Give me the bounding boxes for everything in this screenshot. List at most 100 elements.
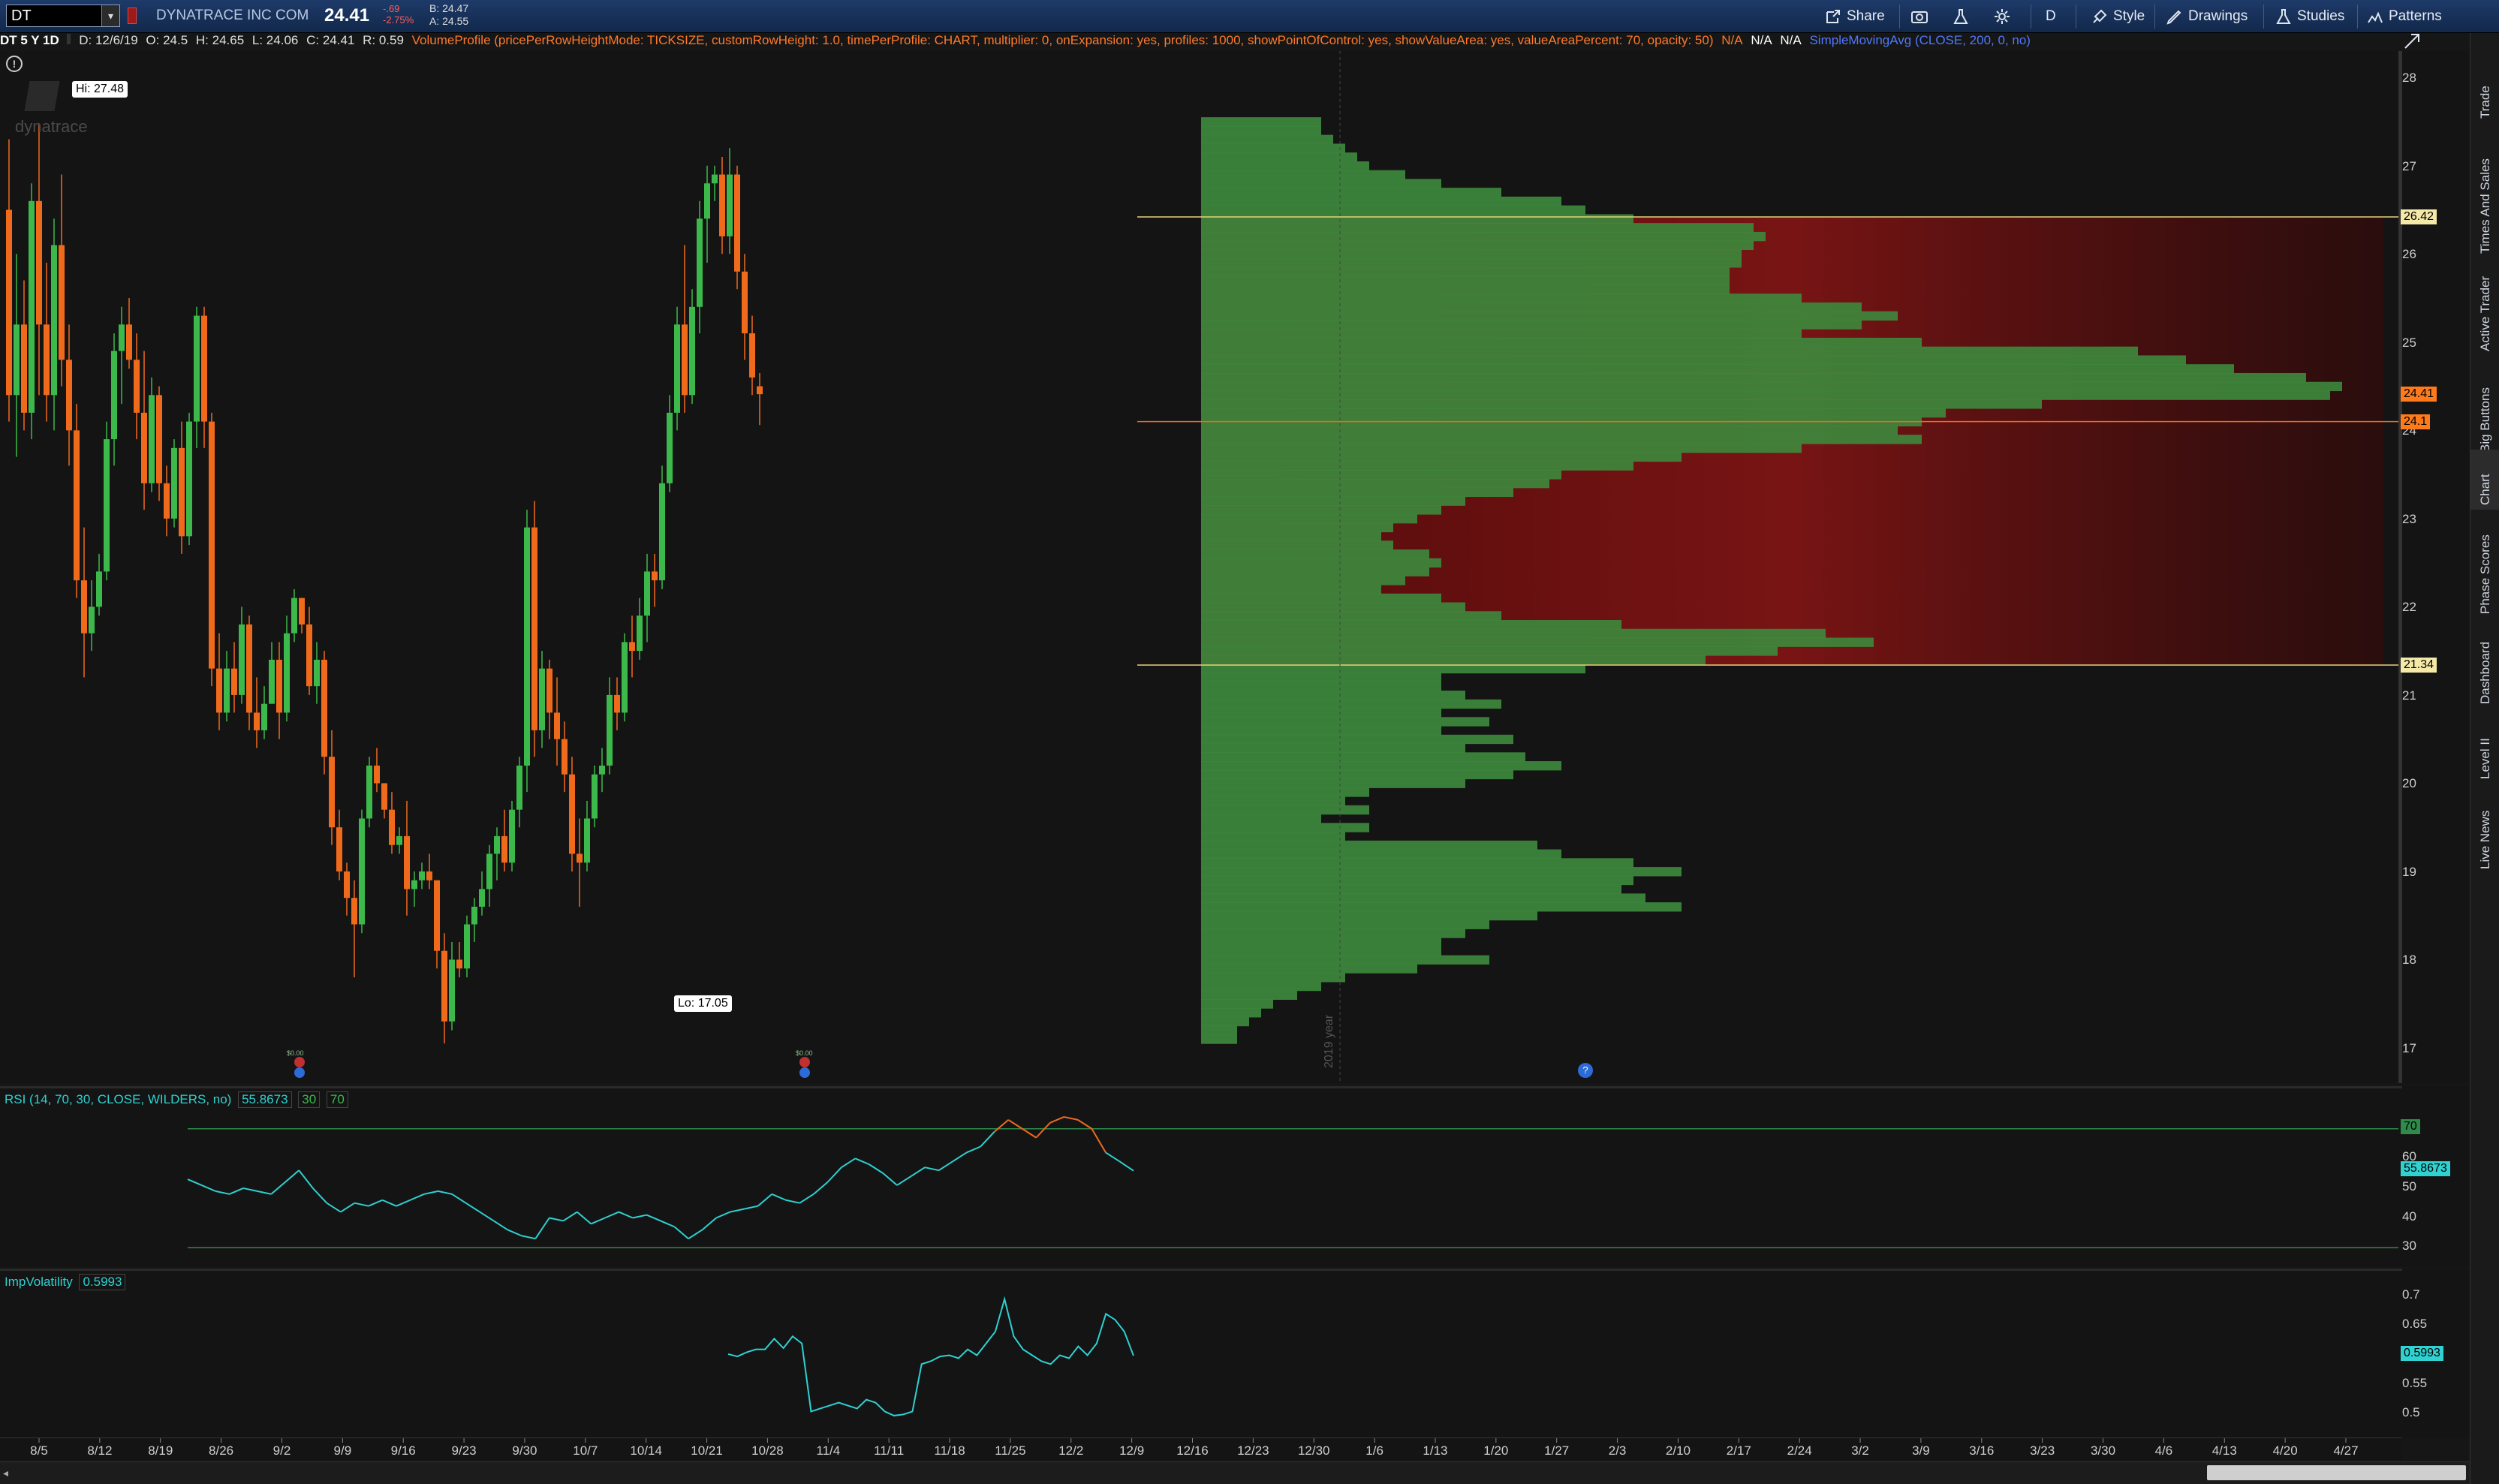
link-icon[interactable]	[128, 8, 137, 24]
rsi-line-segment	[952, 1151, 968, 1163]
screenshot-button[interactable]	[1910, 3, 1933, 30]
candle-body	[366, 765, 372, 819]
chevron-down-icon[interactable]: ▾	[101, 5, 119, 26]
volume-profile-bar	[1201, 125, 1321, 136]
last-price-tag: 24.41	[2401, 387, 2437, 402]
event-marker-1[interactable]	[294, 1067, 305, 1078]
rsi-line-segment	[632, 1214, 647, 1219]
volume-profile-bar	[1201, 205, 1585, 215]
volume-profile-bar	[1201, 302, 1862, 312]
iv-axis-label: 0.55	[2402, 1375, 2428, 1390]
tab-times-and-sales[interactable]: Times And Sales	[2470, 158, 2499, 258]
volume-profile-bar	[1201, 152, 1357, 162]
volume-profile-bar	[1201, 646, 1778, 656]
tab-big-buttons[interactable]: Big Buttons	[2470, 387, 2499, 457]
rsi-title[interactable]: RSI (14, 70, 30, CLOSE, WILDERS, no)	[5, 1092, 231, 1106]
rsi-line-segment	[673, 1226, 689, 1239]
rsi-line-segment	[590, 1217, 606, 1225]
volume-profile-bar	[1201, 364, 2234, 374]
candle-body	[509, 809, 515, 863]
price-chart[interactable]: ! dynatrace Hi: 27.48 Lo: 17.05 2019 yea…	[0, 51, 2402, 1083]
volume-profile-bar	[1201, 743, 1465, 753]
symbol-input[interactable]: DT ▾	[6, 5, 120, 27]
tab-level-ii[interactable]: Level II	[2470, 724, 2499, 784]
candle-body	[186, 421, 192, 537]
volume-profile-bar	[1201, 487, 1513, 498]
flask-icon	[1953, 8, 1968, 24]
time-axis-label: 11/25	[995, 1443, 1025, 1458]
scroll-thumb[interactable]	[2207, 1465, 2466, 1480]
help-marker-icon[interactable]: ?	[1578, 1063, 1593, 1078]
rsi-line-segment	[354, 1202, 369, 1207]
patterns-button[interactable]: Patterns	[2366, 3, 2442, 30]
candle-body	[749, 333, 755, 378]
volume-profile-bar	[1201, 1034, 1237, 1044]
flask-button[interactable]	[1952, 3, 1974, 30]
rsi-panel[interactable]: RSI (14, 70, 30, CLOSE, WILDERS, no) 55.…	[0, 1086, 2402, 1266]
candle-body	[659, 483, 665, 581]
rsi-oversold: 30	[298, 1091, 321, 1108]
scroll-left-icon[interactable]: ◂	[3, 1467, 8, 1479]
rsi-line-segment	[771, 1193, 787, 1201]
studies-button[interactable]: Studies	[2275, 3, 2344, 30]
sma-label[interactable]: SimpleMovingAvg (CLOSE, 200, 0, no)	[1809, 33, 2031, 47]
tab-trade[interactable]: Trade	[2470, 63, 2499, 123]
earnings-marker-2[interactable]	[799, 1057, 810, 1067]
earnings-marker-1[interactable]	[294, 1057, 305, 1067]
rsi-line-segment	[1091, 1128, 1106, 1153]
candle-body	[456, 959, 462, 969]
settings-button[interactable]	[1993, 3, 2016, 30]
volume-profile-bar	[1201, 973, 1345, 983]
volume-profile-bar	[1201, 752, 1525, 762]
rsi-line-segment	[229, 1187, 244, 1195]
candle-body	[239, 624, 245, 695]
tab-dashboard[interactable]: Dashboard	[2470, 642, 2499, 709]
volume-profile-bar	[1201, 796, 1345, 806]
value-area-low-tag: 21.34	[2401, 657, 2437, 673]
candle-body	[156, 395, 162, 483]
volume-profile-bar	[1201, 558, 1441, 568]
iv-title[interactable]: ImpVolatility	[5, 1275, 73, 1289]
candle-body	[441, 950, 447, 1022]
candle-body	[614, 694, 620, 713]
volume-profile-bar	[1201, 346, 2138, 357]
rsi-line-segment	[604, 1211, 619, 1219]
horizontal-scrollbar[interactable]: ◂	[0, 1461, 2470, 1484]
rsi-line-segment	[799, 1193, 814, 1204]
rsi-line-segment	[980, 1131, 995, 1148]
bar-high: H: 24.65	[195, 33, 245, 47]
candle-body	[291, 598, 297, 634]
candle-body	[119, 324, 125, 351]
price-axis-label: 28	[2402, 71, 2416, 86]
volume-profile-bar	[1201, 761, 1561, 771]
iv-panel[interactable]: ImpVolatility 0.5993	[0, 1269, 2402, 1437]
volume-profile-bar	[1201, 214, 1633, 224]
volume-profile-bar	[1201, 840, 1537, 850]
volume-profile-bar	[1201, 858, 1633, 868]
aggregation-button[interactable]: D	[2046, 3, 2056, 30]
expand-icon[interactable]	[2402, 32, 2422, 51]
rsi-axis-label: 40	[2402, 1209, 2416, 1224]
drawings-button[interactable]: Drawings	[2166, 3, 2248, 30]
candle-body	[201, 315, 207, 422]
event-marker-2[interactable]	[799, 1067, 810, 1078]
candle-body	[231, 668, 237, 695]
volume-profile-bar	[1201, 408, 1946, 418]
candle-body	[644, 571, 650, 616]
tab-phase-scores[interactable]: Phase Scores	[2470, 534, 2499, 619]
time-axis-label: 11/11	[874, 1443, 904, 1458]
share-button[interactable]: Share	[1824, 3, 1885, 30]
tab-active-trader[interactable]: Active Trader	[2470, 276, 2499, 356]
tab-chart[interactable]: Chart	[2470, 450, 2499, 510]
candle-body	[501, 835, 507, 863]
iv-axis-label: 0.7	[2402, 1287, 2420, 1302]
style-button[interactable]: Style	[2091, 3, 2145, 30]
info-icon[interactable]: !	[6, 56, 23, 72]
volume-profile-bar	[1201, 823, 1369, 832]
volume-profile-bar	[1201, 478, 1549, 489]
volume-profile-label[interactable]: VolumeProfile (pricePerRowHeightMode: TI…	[412, 33, 1714, 47]
tab-live-news[interactable]: Live News	[2470, 811, 2499, 874]
price-axis[interactable]: 28 27 26 25 24 23 22 21 20 19 18 17 26.42 21.34 24.41 2…	[2401, 51, 2470, 1083]
volume-profile-bar	[1201, 832, 1345, 841]
price-axis-label: 22	[2402, 600, 2416, 615]
